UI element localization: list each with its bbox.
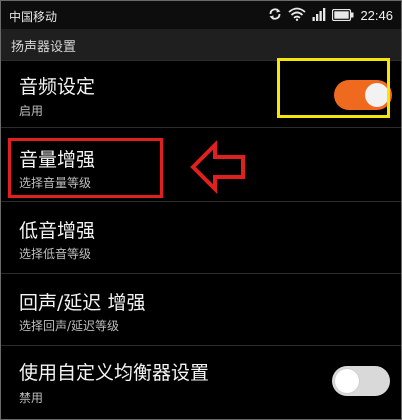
phone-screen: 中国移动 22:46 扬声器设置 音频设定 启用 音量增强 选择音量等级 低音增… [0, 0, 402, 420]
setting-audio-title: 音频设定 [19, 76, 96, 98]
setting-echo-boost[interactable]: 回声/延迟 增强 选择回声/延迟等级 [1, 274, 401, 346]
yellow-highlight-box [277, 58, 390, 118]
custom-eq-toggle[interactable] [332, 366, 390, 396]
status-bar: 中国移动 22:46 [1, 1, 401, 29]
setting-bass-subtitle: 选择低音等级 [19, 247, 92, 261]
setting-audio-subtitle: 启用 [19, 104, 44, 118]
carrier-name: 中国移动 [9, 10, 58, 24]
section-title: 扬声器设置 [11, 40, 77, 55]
wifi-icon [288, 6, 307, 25]
red-highlight-box [8, 138, 163, 198]
clock: 22:46 [360, 7, 393, 23]
setting-echo-title: 回声/延迟 增强 [19, 292, 146, 314]
red-arrow-icon [189, 140, 247, 198]
sync-icon [268, 6, 282, 25]
setting-bass-boost[interactable]: 低音增强 选择低音等级 [1, 202, 401, 274]
setting-eq-subtitle: 禁用 [19, 391, 44, 405]
setting-echo-subtitle: 选择回声/延迟等级 [19, 319, 120, 333]
battery-icon [332, 6, 354, 25]
toggle-knob [335, 369, 359, 393]
setting-eq-title: 使用自定义均衡器设置 [19, 362, 210, 384]
setting-custom-eq[interactable]: 使用自定义均衡器设置 禁用 [1, 346, 401, 419]
signal-icon [312, 6, 326, 25]
status-icons: 22:46 [268, 6, 393, 24]
setting-bass-title: 低音增强 [19, 220, 96, 242]
section-header: 扬声器设置 [1, 29, 401, 61]
